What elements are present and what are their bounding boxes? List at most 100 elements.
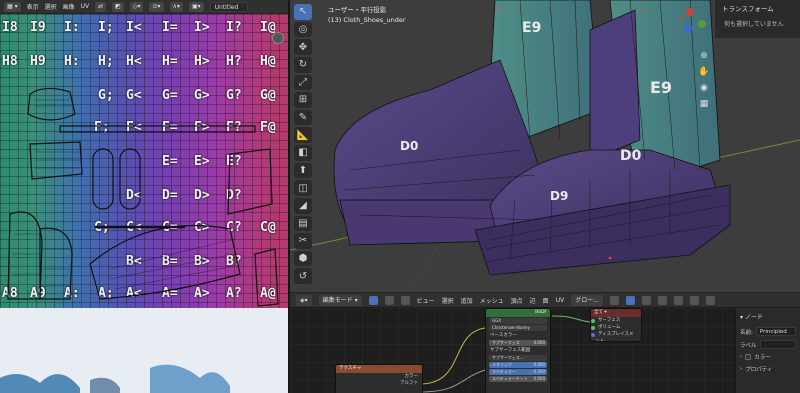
spin-tool[interactable]: ↺ [294, 268, 312, 284]
orientation-label: グロー... [575, 296, 599, 304]
inset-tool[interactable]: ◫ [294, 180, 312, 196]
bsdf-subsurface-color-field[interactable]: サブサーフェス... [489, 355, 547, 361]
bsdf-metallic-field[interactable]: メタリック 0.000 [489, 362, 547, 368]
menu-add[interactable]: 追加 [461, 296, 473, 305]
snap-icon[interactable] [625, 295, 635, 305]
principled-bsdf-node[interactable]: BSDF GGX Christensen-Burley ベースカラー サブサーフ… [485, 308, 551, 393]
menu-face[interactable]: 面 [543, 296, 549, 305]
bsdf-sss-method-dropdown[interactable]: Christensen-Burley [489, 325, 547, 331]
grid-view-icon[interactable]: ▦ [698, 98, 710, 110]
3d-viewport[interactable]: E9 E9 D0 D0 D9 トランスフォーム 何も選択していません [290, 0, 800, 292]
bevel-tool[interactable]: ◢ [294, 197, 312, 214]
uv-sync-button[interactable]: ⇄ [95, 1, 107, 12]
y-axis-ball[interactable] [698, 20, 706, 28]
loopcut-tool[interactable]: ▤ [294, 215, 312, 232]
zoom-icon[interactable]: ⊕ [698, 50, 710, 62]
annotate-tool[interactable]: ✎ [294, 109, 312, 126]
edge-select-icon[interactable] [384, 295, 394, 305]
menu-mesh[interactable]: メッシュ [480, 296, 504, 305]
uv-island-sole-a [92, 148, 114, 210]
node-section-label: ノード [744, 314, 763, 321]
orientation-dropdown[interactable]: グロー... [571, 294, 603, 306]
properties-section-header[interactable]: › プロパティ [736, 363, 800, 375]
mode-dropdown[interactable]: 編集モード ▾ [318, 294, 362, 306]
pan-hand-icon[interactable]: ✋ [698, 66, 710, 78]
menu-edge[interactable]: 辺 [530, 296, 536, 305]
transform-tool[interactable]: ⊞ [294, 92, 312, 108]
vertex-select-icon[interactable] [368, 295, 378, 305]
uv-snap-button[interactable]: ∧▾ [169, 1, 183, 12]
move-tool[interactable]: ✥ [294, 39, 312, 55]
extrude-tool[interactable]: ⬆ [294, 162, 312, 179]
bsdf-specular-tint-field[interactable]: スペキュラーチント 0.000 [489, 376, 547, 382]
surface-socket[interactable] [591, 318, 595, 323]
svg-text:E9: E9 [650, 78, 672, 97]
add-cube-tool[interactable]: ◧ [294, 145, 312, 161]
cursor-tool[interactable]: ◎ [294, 21, 312, 38]
node-color-row: › カラー [736, 351, 800, 363]
output-node-header[interactable]: 全て ▾ [591, 309, 641, 317]
label-label: ラベル [740, 342, 757, 349]
knife-tool[interactable]: ✂ [294, 233, 312, 249]
node-name-field[interactable]: Principled [755, 327, 796, 336]
bsdf-specular-tint-label: スペキュラーチント [492, 376, 528, 381]
uv-menu-image[interactable]: 画像 [63, 2, 75, 11]
pivot-icon[interactable] [609, 295, 619, 305]
uv-menu-view[interactable]: 表示 [27, 2, 39, 11]
uv-pivot-button[interactable]: ⊙▾ [149, 1, 164, 12]
color-checkbox[interactable] [745, 354, 752, 360]
menu-vertex[interactable]: 頂点 [511, 296, 523, 305]
node-editor[interactable]: テクスチャ カラー アルファ BSDF GGX Christensen-Burl… [290, 308, 735, 393]
camera-icon[interactable]: ◉ [698, 82, 710, 94]
xray-icon[interactable] [673, 295, 683, 305]
overlay-icon[interactable] [657, 295, 667, 305]
texture-node-header[interactable]: テクスチャ [336, 365, 422, 373]
menu-view[interactable]: ビュー [417, 296, 435, 305]
shading-material-icon[interactable] [705, 295, 715, 305]
menu-uv[interactable]: UV [556, 297, 565, 304]
bsdf-distribution-dropdown[interactable]: GGX [489, 318, 547, 324]
uv-island-sole-b [119, 148, 141, 210]
volume-socket[interactable] [591, 325, 595, 330]
shading-solid-icon[interactable] [689, 295, 699, 305]
uv-menu-uv[interactable]: UV [81, 3, 90, 10]
image-browse-button[interactable]: ▣▾ [188, 1, 204, 12]
node-section-header[interactable]: ▾ ノード [736, 308, 800, 325]
material-output-node[interactable]: 全て ▾ サーフェス ボリューム ディスプレイスメント [590, 308, 642, 342]
image-texture-node[interactable]: テクスチャ カラー アルファ [335, 364, 423, 393]
node-sidebar: ▾ ノード 名前: Principled ラベル › カラー › プロパティ [735, 308, 800, 393]
z-axis-ball[interactable] [684, 24, 692, 32]
svg-text:E9: E9 [522, 20, 541, 36]
uv-sticky-button[interactable]: ◇▾ [129, 1, 144, 12]
bsdf-node-header[interactable]: BSDF [486, 309, 550, 317]
proportional-icon[interactable] [641, 295, 651, 305]
uv-select-mode-button[interactable]: ◩ [112, 1, 124, 12]
chevron-right-icon[interactable]: › [740, 354, 742, 360]
bsdf-subsurface-label: サブサーフェス [492, 340, 520, 345]
face-select-icon[interactable] [400, 295, 410, 305]
uv-menu-select[interactable]: 選択 [45, 2, 57, 11]
polybuild-tool[interactable]: ⬢ [294, 250, 312, 267]
bsdf-subsurface-field[interactable]: サブサーフェス 0.000 [489, 340, 547, 346]
output-volume-label: ボリューム [598, 325, 621, 330]
uv-nav-gizmo[interactable] [272, 32, 284, 44]
node-label-field[interactable] [759, 340, 796, 349]
measure-tool[interactable]: 📐 [294, 127, 312, 143]
uv-island-heel [29, 141, 83, 180]
output-surface-input: サーフェス [591, 317, 641, 324]
object-name: (13) Cloth_Shoes_under [328, 16, 406, 24]
select-tool[interactable]: ↖ [294, 4, 312, 20]
scale-tool[interactable]: ⤢ [294, 74, 312, 91]
uv-island-toe [27, 87, 76, 121]
image-name-field[interactable]: Untitled [209, 1, 248, 12]
editor-type-button[interactable]: ▦ ▾ [4, 1, 21, 12]
bsdf-specular-field[interactable]: スペキュラー 0.500 [489, 369, 547, 375]
editor-type-button[interactable]: ◈▾ [296, 294, 312, 306]
x-axis-ball[interactable] [686, 8, 694, 16]
transform-panel-title[interactable]: トランスフォーム [716, 0, 800, 16]
rotate-tool[interactable]: ↻ [294, 56, 312, 73]
displacement-socket[interactable] [591, 332, 595, 337]
uv-canvas[interactable]: I8 I9 I: I; I< I= I> I? I@ H8 H9 H: H; H< H= H> H? H@ G; G<… [0, 14, 288, 308]
name-label: 名前: [740, 329, 753, 336]
menu-select[interactable]: 選択 [442, 296, 454, 305]
